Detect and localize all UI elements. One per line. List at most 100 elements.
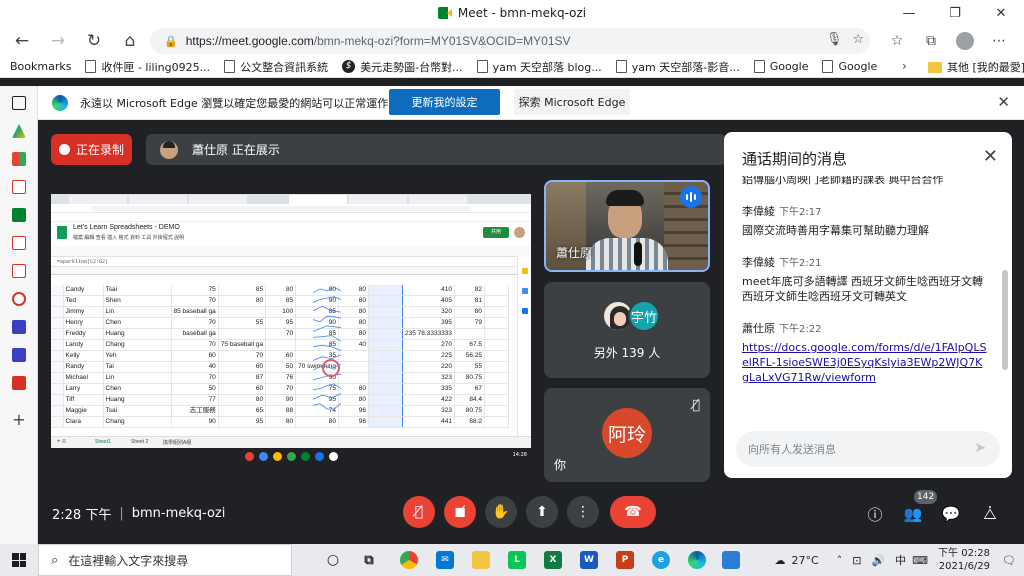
screen-browser-tabs (51, 194, 531, 204)
line-icon[interactable]: L (508, 551, 526, 569)
weather-temp[interactable]: 27°C (792, 554, 819, 567)
volume-icon[interactable]: 🔊 (871, 554, 885, 567)
bookmark-item[interactable]: Google (753, 60, 808, 73)
chat-link[interactable]: https://docs.google.com/forms/d/e/1FAIpQ… (742, 340, 988, 385)
chat-messages[interactable]: 鋁傳腦小周映门老師藉的課表 典中台合作 李偉綾 下午2:17 國際交流時善用字幕集… (742, 176, 988, 426)
you-tile[interactable]: 阿玲 你 🎙̸ (544, 388, 710, 482)
favorites-icon[interactable]: ☆ (882, 28, 912, 54)
table-cell: 80.75 (454, 372, 486, 384)
meeting-time: 2:28 下午 (52, 508, 112, 523)
forward-icon[interactable]: → (40, 27, 76, 55)
send-icon[interactable]: ➤ (974, 440, 986, 456)
address-bar[interactable]: 🔒 https://meet.google.com/bmn-mekq-ozi?f… (150, 28, 870, 54)
explore-edge-button[interactable]: 探索 Microsoft Edge (514, 89, 630, 115)
update-settings-button[interactable]: 更新我的設定 (389, 89, 500, 115)
activities-button[interactable]: ⧊ (978, 502, 1002, 526)
tab-actions-icon[interactable] (12, 96, 26, 110)
chat-time: 下午2:22 (779, 324, 822, 335)
meeting-details-button[interactable]: ⓘ (863, 502, 887, 526)
collections-icon[interactable]: ⧉ (916, 28, 946, 54)
profile-avatar[interactable] (950, 28, 980, 54)
edge-icon[interactable] (688, 551, 706, 569)
present-button[interactable]: ⬆ (526, 496, 558, 528)
table-cell: 60 (218, 383, 267, 395)
ie-icon[interactable]: e (652, 551, 670, 569)
raise-hand-button[interactable]: ✋ (485, 496, 517, 528)
dollar-icon: $ (342, 60, 356, 73)
chrome-icon[interactable] (400, 551, 418, 569)
chat-message: 鋁傳腦小周映门老師藉的課表 典中台合作 (742, 176, 988, 187)
pdf-icon[interactable] (12, 236, 26, 250)
chat-button[interactable]: 💬 (939, 502, 963, 526)
bookmark-item[interactable]: Google (822, 60, 877, 73)
file-icon[interactable] (12, 376, 26, 390)
drive-icon[interactable] (12, 124, 26, 138)
shared-screen: Let's Learn Spreadsheets - DEMO 檔案 編輯 查看… (51, 194, 531, 464)
start-button[interactable] (0, 544, 38, 576)
leave-call-button[interactable]: ☎ (610, 496, 656, 528)
table-cell: 65 (218, 405, 267, 417)
forms-icon[interactable] (12, 348, 26, 362)
weather-icon: ☁ (774, 553, 786, 567)
camera-toggle-button[interactable]: ◼̸ (444, 496, 476, 528)
word-icon[interactable]: W (580, 551, 598, 569)
chat-input[interactable] (748, 442, 958, 456)
table-cell: 80 (295, 416, 340, 428)
bookmark-item[interactable]: Bookmarks (10, 60, 71, 73)
bookmark-item[interactable]: 收件匣 - liling0925... (85, 59, 210, 75)
chevron-right-icon[interactable]: › (902, 59, 907, 73)
page-icon (224, 60, 236, 73)
refresh-icon[interactable]: ↻ (76, 27, 112, 55)
bookmark-item[interactable]: 公文整合資訊系統 (224, 59, 328, 75)
home-icon[interactable]: ⌂ (112, 27, 148, 55)
apps-icon[interactable] (12, 152, 26, 166)
add-favorite-icon[interactable]: ☆ (852, 32, 864, 47)
powerpoint-icon[interactable]: P (616, 551, 634, 569)
people-button[interactable]: 👥 (901, 502, 925, 526)
tray-chevron-icon[interactable]: ˄ (837, 554, 843, 567)
chat-scrollbar[interactable] (1002, 270, 1008, 370)
add-icon[interactable]: + (12, 410, 26, 429)
bookmark-item[interactable]: $ 美元走勢圖-台幣對... (342, 59, 463, 75)
bookmark-item[interactable]: yam 天空部落 blog... (476, 59, 602, 75)
excel-icon[interactable]: X (544, 551, 562, 569)
bookmark-item[interactable]: yam 天空部落-影音... (615, 59, 740, 75)
sparkline-cell (368, 339, 404, 351)
close-window-button[interactable]: ✕ (978, 0, 1024, 26)
presenter-banner: 蕭仕原 正在展示 (146, 134, 726, 165)
close-icon[interactable]: ✕ (997, 93, 1010, 111)
bookmark-label: yam 天空部落 blog... (492, 60, 602, 74)
network-icon[interactable]: ⊡ (852, 554, 861, 567)
mic-toggle-button[interactable]: 🎙̸ (403, 496, 435, 528)
notifications-icon[interactable]: 🗨 (1002, 554, 1016, 567)
pdf-icon[interactable] (12, 264, 26, 278)
self-video-tile[interactable]: 蕭仕原 (544, 180, 710, 272)
table-cell: 81 (454, 295, 486, 307)
more-menu-icon[interactable]: ⋯ (984, 28, 1014, 54)
forms-icon[interactable] (12, 320, 26, 334)
ime-indicator[interactable]: 中 (895, 552, 906, 568)
mail-icon[interactable]: ✉ (436, 551, 454, 569)
back-icon[interactable]: ← (4, 27, 40, 55)
input-mode-icon[interactable]: ⌨ (912, 554, 928, 567)
file-explorer-icon[interactable] (472, 551, 490, 569)
minimize-button[interactable]: — (886, 0, 932, 26)
cortana-icon[interactable]: ○ (324, 551, 342, 569)
meeting-info: 2:28 下午 | bmn-mekq-ozi (52, 504, 225, 523)
taskbar-search[interactable]: ⌕ 在這裡輸入文字來搜尋 (38, 544, 292, 576)
table-row: Henry Chen 70 55 95 90 80 395 79 (51, 317, 510, 329)
others-tile[interactable]: 宇竹 另外 139 人 (544, 282, 710, 378)
bookmark-label: Bookmarks (10, 60, 72, 73)
restore-button[interactable]: ❐ (932, 0, 978, 26)
pdf-icon[interactable] (12, 180, 26, 194)
record-icon[interactable] (12, 292, 26, 306)
other-favorites[interactable]: 其他 [我的最愛] (928, 59, 1024, 75)
chat-sender: 李偉綾 (742, 256, 775, 269)
taskbar-clock[interactable]: 下午 02:28 2021/6/29 (938, 547, 990, 573)
more-options-button[interactable]: ⋮ (567, 496, 599, 528)
microphone-icon[interactable]: 🎙 (826, 32, 843, 47)
app-icon[interactable] (722, 551, 740, 569)
task-view-icon[interactable]: ⧉ (360, 551, 378, 569)
meet-icon[interactable] (12, 208, 26, 222)
close-icon[interactable]: ✕ (983, 146, 998, 167)
